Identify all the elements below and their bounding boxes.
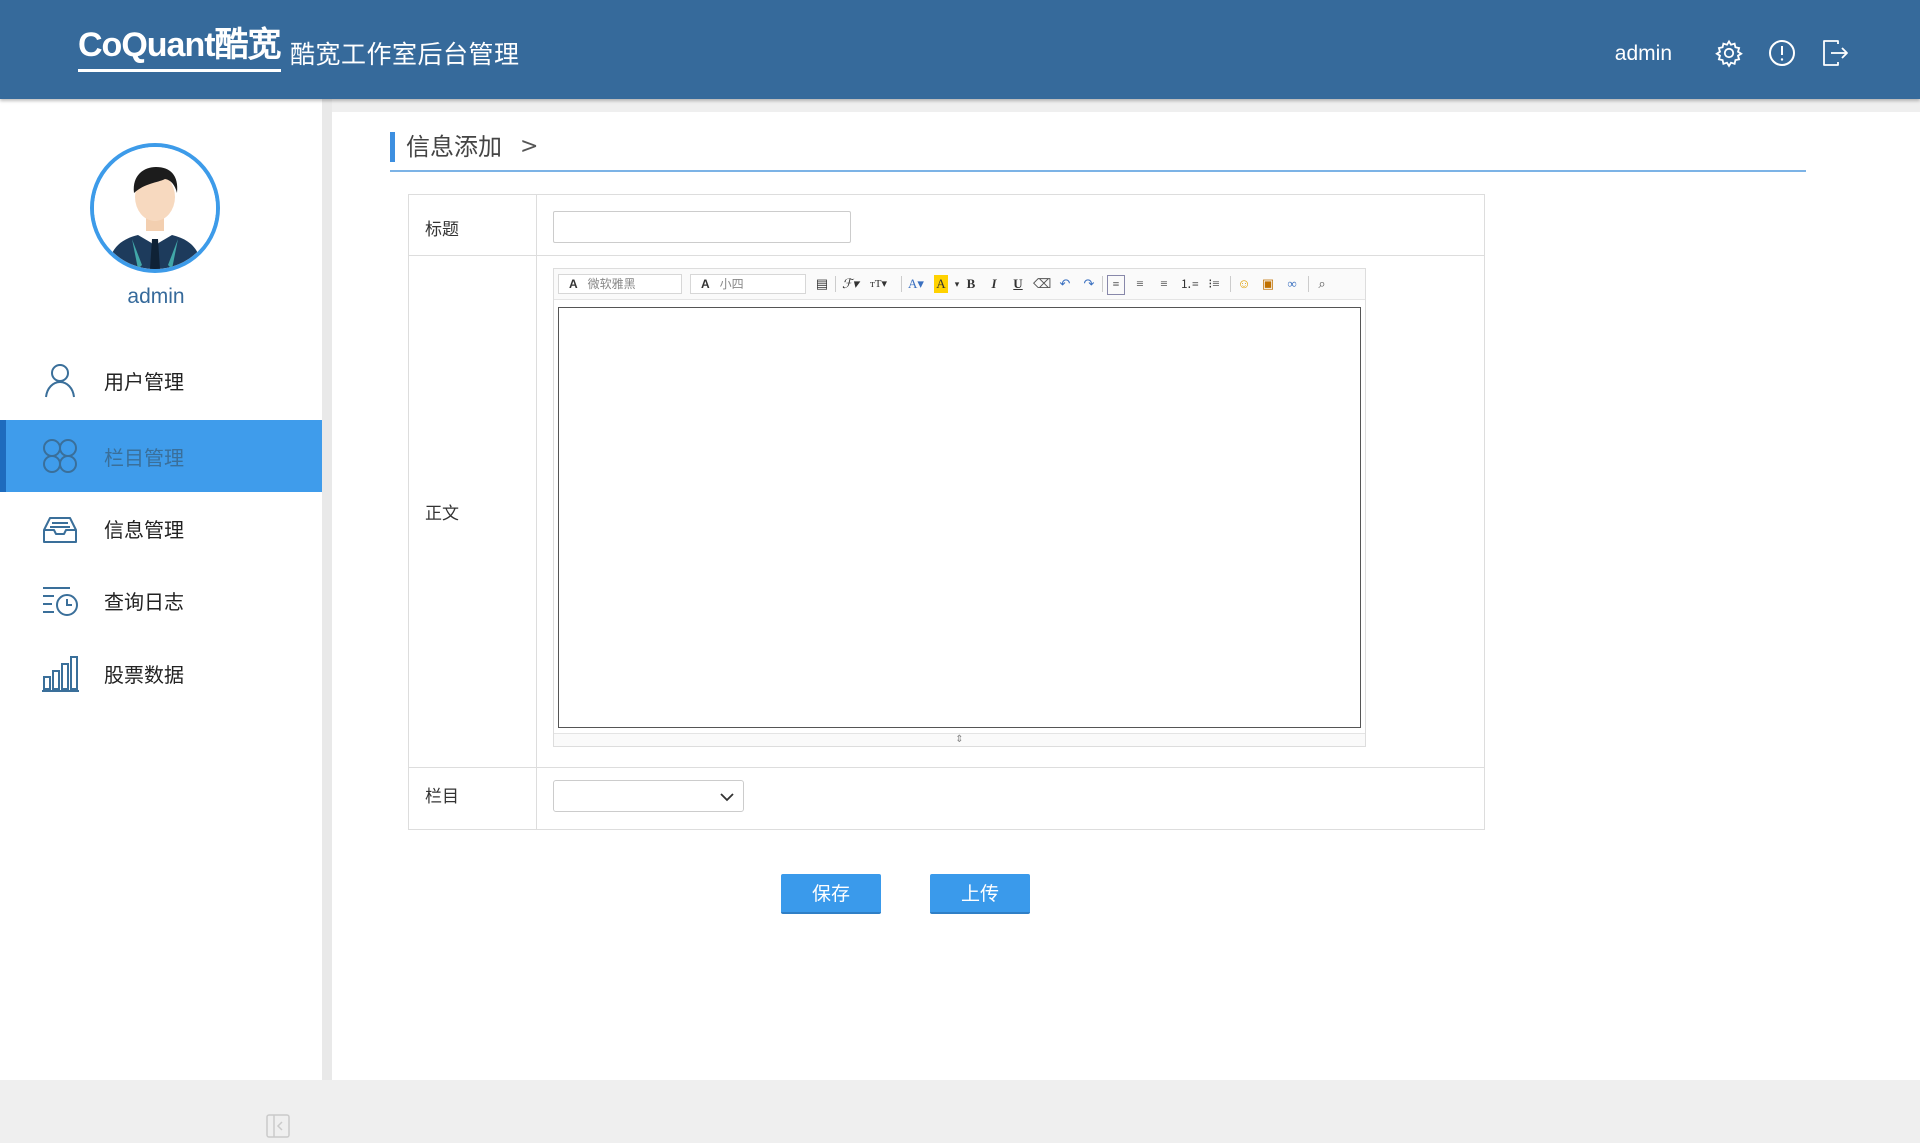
redo-icon[interactable]: ↷	[1081, 275, 1097, 293]
toolbar-divider	[1308, 276, 1309, 292]
align-right-icon[interactable]: ≡	[1156, 275, 1172, 293]
bar-chart-icon	[40, 653, 80, 693]
chevron-down-icon	[720, 793, 734, 802]
user-icon	[40, 360, 80, 400]
preview-icon[interactable]: ⌕	[1314, 275, 1330, 293]
sidebar-item-label: 信息管理	[104, 517, 184, 542]
avatar[interactable]	[90, 143, 220, 273]
category-select[interactable]	[553, 780, 744, 812]
toolbar-divider	[1230, 276, 1231, 292]
sidebar-item-users[interactable]: 用户管理	[0, 344, 322, 416]
page-title: 信息添加	[406, 133, 502, 161]
body-label: 正文	[425, 504, 459, 524]
editor-content-area[interactable]	[558, 307, 1361, 728]
eraser-icon[interactable]: ⌫	[1033, 275, 1051, 293]
coquant-logo[interactable]: CoQuant酷宽	[78, 25, 282, 72]
top-bar: CoQuant酷宽 酷宽工作室后台管理 admin	[0, 0, 1920, 99]
sidebar: admin 用户管理 栏目管理 信息管理 查询日志 股票数据	[0, 99, 322, 1138]
align-left-icon[interactable]: ≡	[1107, 275, 1125, 295]
title-input[interactable]	[553, 211, 851, 243]
font-style-icon[interactable]: ℱ▾	[842, 275, 859, 293]
font-size-prefix: A	[701, 277, 710, 291]
history-list-icon	[40, 580, 80, 620]
rich-text-editor: A 微软雅黑 A 小四 ▤ ℱ▾ ᴛT▾ A▾ A ▾ B I U ⌫ ↶ ↷ …	[553, 268, 1366, 747]
title-label: 标题	[425, 220, 459, 240]
form-label-cell: 栏目	[409, 768, 537, 829]
breadcrumb: 信息添加 >	[390, 132, 1806, 172]
undo-icon[interactable]: ↶	[1057, 275, 1073, 293]
paste-icon[interactable]: ▤	[814, 275, 830, 293]
unordered-list-icon[interactable]: ⁝≡	[1206, 275, 1222, 293]
collapse-sidebar-icon[interactable]	[265, 1113, 291, 1139]
font-color-icon[interactable]: A▾	[908, 275, 924, 293]
sidebar-divider	[322, 99, 332, 1080]
highlight-color-icon[interactable]: A	[934, 275, 948, 293]
toolbar-divider	[835, 276, 836, 292]
form-row-title: 标题	[409, 195, 1484, 256]
sidebar-item-label: 查询日志	[104, 589, 184, 614]
upload-button[interactable]: 上传	[930, 874, 1030, 914]
logo-text: CoQuant酷宽	[78, 25, 282, 72]
toolbar-divider	[1102, 276, 1103, 292]
italic-icon[interactable]: I	[986, 275, 1002, 293]
form-label-cell: 标题	[409, 195, 537, 255]
text-size-icon[interactable]: ᴛT▾	[870, 275, 887, 293]
form-row-category: 栏目	[409, 768, 1484, 829]
font-family-prefix: A	[569, 277, 578, 291]
underline-icon[interactable]: U	[1010, 275, 1026, 293]
font-family-select[interactable]: A 微软雅黑	[558, 274, 682, 294]
toolbar-divider	[901, 276, 902, 292]
emoji-icon[interactable]: ☺	[1236, 275, 1252, 293]
sidebar-item-info[interactable]: 信息管理	[0, 492, 322, 564]
sidebar-item-logs[interactable]: 查询日志	[0, 564, 322, 636]
font-size-value: 小四	[719, 277, 744, 291]
ordered-list-icon[interactable]: ⒈≡	[1180, 275, 1199, 293]
app-title: 酷宽工作室后台管理	[290, 40, 520, 69]
form-label-cell: 正文	[409, 256, 537, 767]
image-icon[interactable]: ▣	[1260, 275, 1276, 293]
editor-resize-handle[interactable]: ⇕	[554, 733, 1365, 746]
breadcrumb-separator: >	[520, 134, 539, 159]
align-center-icon[interactable]: ≡	[1132, 275, 1148, 293]
top-username[interactable]: admin	[1615, 41, 1672, 67]
bold-icon[interactable]: B	[963, 275, 979, 293]
category-grid-icon	[40, 436, 80, 476]
main-content: 信息添加 > 标题 正文 A 微软雅黑 A 小四 ▤ ℱ▾ ᴛT▾ A▾ A ▾…	[332, 112, 1920, 1080]
inbox-icon	[40, 508, 80, 548]
sidebar-item-label: 用户管理	[104, 369, 184, 394]
save-button[interactable]: 保存	[781, 874, 881, 914]
font-size-select[interactable]: A 小四	[690, 274, 806, 294]
info-form: 标题 正文 A 微软雅黑 A 小四 ▤ ℱ▾ ᴛT▾ A▾ A ▾ B I U …	[408, 194, 1485, 830]
category-label: 栏目	[425, 787, 459, 807]
sidebar-item-categories[interactable]: 栏目管理	[0, 420, 322, 492]
link-icon[interactable]: ∞	[1284, 275, 1300, 293]
sidebar-item-label: 栏目管理	[104, 445, 184, 470]
sidebar-item-label: 股票数据	[104, 662, 184, 687]
editor-toolbar: A 微软雅黑 A 小四 ▤ ℱ▾ ᴛT▾ A▾ A ▾ B I U ⌫ ↶ ↷ …	[554, 269, 1365, 300]
alert-circle-icon[interactable]	[1767, 38, 1797, 68]
breadcrumb-marker	[390, 132, 395, 162]
form-row-body: 正文 A 微软雅黑 A 小四 ▤ ℱ▾ ᴛT▾ A▾ A ▾ B I U ⌫ ↶…	[409, 256, 1484, 768]
sidebar-username: admin	[127, 285, 185, 308]
sidebar-item-stocks[interactable]: 股票数据	[0, 637, 322, 709]
logout-icon[interactable]	[1820, 38, 1850, 68]
font-family-value: 微软雅黑	[587, 277, 636, 291]
gear-icon[interactable]	[1714, 38, 1744, 68]
